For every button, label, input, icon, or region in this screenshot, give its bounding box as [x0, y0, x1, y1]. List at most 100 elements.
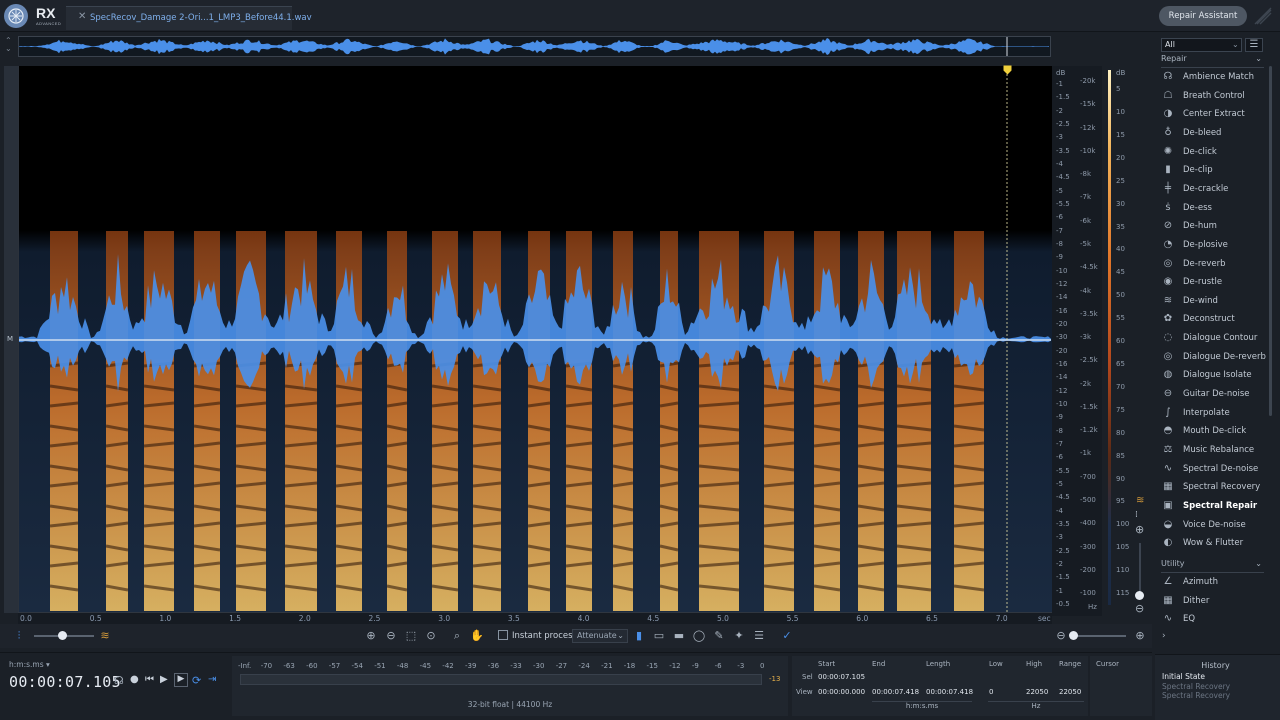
- zoom-tool-icon[interactable]: ⌕: [450, 629, 464, 643]
- zoom-in-vertical-icon[interactable]: ⊕: [1135, 523, 1144, 536]
- view-start-field[interactable]: 00:00:00.000: [818, 688, 865, 696]
- view-length-field[interactable]: 00:00:07.418: [926, 688, 973, 696]
- module-item[interactable]: ◒ Voice De-noise: [1161, 517, 1266, 534]
- harmonic-selection-icon[interactable]: ☰: [752, 629, 766, 643]
- low-field[interactable]: 0: [989, 688, 993, 696]
- module-item[interactable]: ⊘ De-hum: [1161, 218, 1266, 235]
- lasso-selection-icon[interactable]: ◯: [692, 629, 706, 643]
- module-list-scrollbar[interactable]: [1269, 66, 1272, 416]
- module-item[interactable]: ◔ De-plosive: [1161, 237, 1266, 254]
- loop-icon[interactable]: ⟳: [192, 674, 201, 687]
- vertical-zoom-slider[interactable]: [1139, 543, 1141, 593]
- hz-tick-label: -500: [1080, 495, 1096, 504]
- history-item[interactable]: Spectral Recovery: [1162, 682, 1230, 691]
- module-filter-select[interactable]: All: [1161, 38, 1242, 52]
- spectrogram-view[interactable]: [18, 66, 1052, 613]
- zoom-selection-icon[interactable]: ⬚: [404, 629, 418, 643]
- time-selection-icon[interactable]: ▮: [632, 629, 646, 643]
- horizontal-zoom-handle[interactable]: [1069, 631, 1078, 640]
- db-tick-label: -30: [1056, 333, 1068, 342]
- module-item[interactable]: ṡ De-ess: [1161, 200, 1266, 217]
- skip-back-icon[interactable]: ⏮: [145, 674, 154, 685]
- module-item[interactable]: ▦ Dither: [1161, 593, 1266, 610]
- db-tick-label: -7: [1056, 440, 1063, 448]
- spectrogram-settings-icon[interactable]: ≋: [1136, 495, 1144, 506]
- spectrum-energy: [285, 231, 317, 611]
- module-item[interactable]: ∫ Interpolate: [1161, 405, 1266, 422]
- eq-icon: ∿: [1163, 613, 1173, 625]
- zoom-fit-icon[interactable]: ⊙: [424, 629, 438, 643]
- play-icon[interactable]: ▶: [160, 674, 168, 685]
- hand-tool-icon[interactable]: ✋: [470, 629, 484, 643]
- file-tab[interactable]: ✕ SpecRecov_Damage 2-Ori...1_LMP3_Before…: [66, 6, 312, 30]
- module-item[interactable]: ∠ Azimuth: [1161, 574, 1266, 591]
- module-item[interactable]: ☖ Breath Control: [1161, 88, 1266, 105]
- spectrogram-view-icon[interactable]: ≋: [98, 629, 112, 643]
- sel-start-field[interactable]: 00:00:07.105: [818, 673, 865, 681]
- time-tick-label: 1.0: [159, 614, 172, 623]
- time-format-select[interactable]: h:m:s.ms ▾: [9, 660, 50, 669]
- range-field[interactable]: 22050: [1059, 688, 1081, 696]
- brush-selection-icon[interactable]: ✎: [712, 629, 726, 643]
- module-item[interactable]: ∿ EQ: [1161, 611, 1266, 628]
- view-end-field[interactable]: 00:00:07.418: [872, 688, 919, 696]
- time-ruler[interactable]: 0.0 0.5 1.0 1.5 2.0 2.5 3.0 3.5 4.0 4.5 5.0 5.5 6.0 6…: [18, 612, 1052, 624]
- zoom-in-icon[interactable]: ⊕: [364, 629, 378, 643]
- vertical-zoom-handle[interactable]: [1135, 591, 1144, 600]
- module-item[interactable]: ◐ Wow & Flutter: [1161, 535, 1266, 552]
- module-item[interactable]: ⊖ Guitar De-noise: [1161, 386, 1266, 403]
- utility-section-header[interactable]: Utility ⌄: [1161, 559, 1264, 573]
- collapse-overview-icon[interactable]: ⌃ ⌄: [5, 37, 12, 53]
- magic-wand-icon[interactable]: ✦: [732, 629, 746, 643]
- module-item[interactable]: ◌ Dialogue Contour: [1161, 330, 1266, 347]
- follow-playhead-icon[interactable]: ⇥: [208, 674, 216, 685]
- module-item[interactable]: ◎ Dialogue De-reverb: [1161, 349, 1266, 366]
- module-item[interactable]: ◓ Mouth De-click: [1161, 423, 1266, 440]
- module-item[interactable]: ▣ Spectral Repair: [1161, 498, 1266, 515]
- instant-process-checkbox[interactable]: [498, 630, 508, 640]
- zoom-in-horizontal-icon[interactable]: ⊕: [1133, 629, 1147, 643]
- history-item[interactable]: Initial State: [1162, 672, 1205, 681]
- hz-tick-label: -2.5k: [1080, 356, 1098, 365]
- module-item[interactable]: ◉ De-rustle: [1161, 274, 1266, 291]
- instant-process-mode-select[interactable]: Attenuate ⌄: [572, 629, 628, 643]
- playhead-marker[interactable]: [1003, 60, 1012, 75]
- box-selection-icon[interactable]: ▬: [672, 629, 686, 643]
- zoom-out-icon[interactable]: ⊖: [384, 629, 398, 643]
- headphones-icon[interactable]: ☊: [114, 674, 124, 687]
- zoom-out-vertical-icon[interactable]: ⊖: [1135, 602, 1144, 615]
- module-item[interactable]: ☊ Ambience Match: [1161, 69, 1266, 86]
- zoom-out-horizontal-icon[interactable]: ⊖: [1054, 629, 1068, 643]
- module-item[interactable]: ◍ Dialogue Isolate: [1161, 367, 1266, 384]
- opacity-handle[interactable]: [58, 631, 67, 640]
- close-icon[interactable]: ✕: [78, 11, 86, 22]
- module-item[interactable]: ≋ De-wind: [1161, 293, 1266, 310]
- module-item[interactable]: ◑ Center Extract: [1161, 106, 1266, 123]
- history-item[interactable]: Spectral Recovery: [1162, 691, 1230, 700]
- module-label: Dialogue De-reverb: [1183, 351, 1266, 362]
- module-item[interactable]: ◎ De-reverb: [1161, 256, 1266, 273]
- repair-assistant-button[interactable]: Repair Assistant: [1159, 6, 1247, 26]
- module-item[interactable]: ✿ Deconstruct: [1161, 311, 1266, 328]
- repair-section-header[interactable]: Repair ⌄: [1161, 54, 1264, 68]
- high-field[interactable]: 22050: [1026, 688, 1048, 696]
- module-item[interactable]: ✺ De-click: [1161, 144, 1266, 161]
- module-item[interactable]: ╪ De-crackle: [1161, 181, 1266, 198]
- record-icon[interactable]: ●: [130, 674, 139, 685]
- waveform-overview[interactable]: [18, 36, 1051, 57]
- hz-tick-label: -15k: [1080, 100, 1096, 109]
- waveform-view-icon[interactable]: ⫶: [12, 629, 26, 643]
- play-selection-icon[interactable]: ▶: [174, 673, 188, 687]
- module-item[interactable]: ⚖ Music Rebalance: [1161, 442, 1266, 459]
- module-item[interactable]: ▮ De-clip: [1161, 162, 1266, 179]
- waveform-scale-icon[interactable]: ⁞: [1135, 510, 1138, 520]
- module-item[interactable]: ▦ Spectral Recovery: [1161, 479, 1266, 496]
- module-label: De-rustle: [1183, 277, 1223, 288]
- module-item[interactable]: ∿ Spectral De-noise: [1161, 461, 1266, 478]
- frequency-selection-icon[interactable]: ▭: [652, 629, 666, 643]
- module-list-menu-icon[interactable]: ☰: [1245, 38, 1263, 52]
- module-item[interactable]: ♁ De-bleed: [1161, 125, 1266, 142]
- horizontal-zoom-slider[interactable]: [1070, 635, 1126, 637]
- chevron-right-icon[interactable]: ›: [1162, 631, 1166, 641]
- selection-feather-icon[interactable]: ✓: [780, 629, 794, 643]
